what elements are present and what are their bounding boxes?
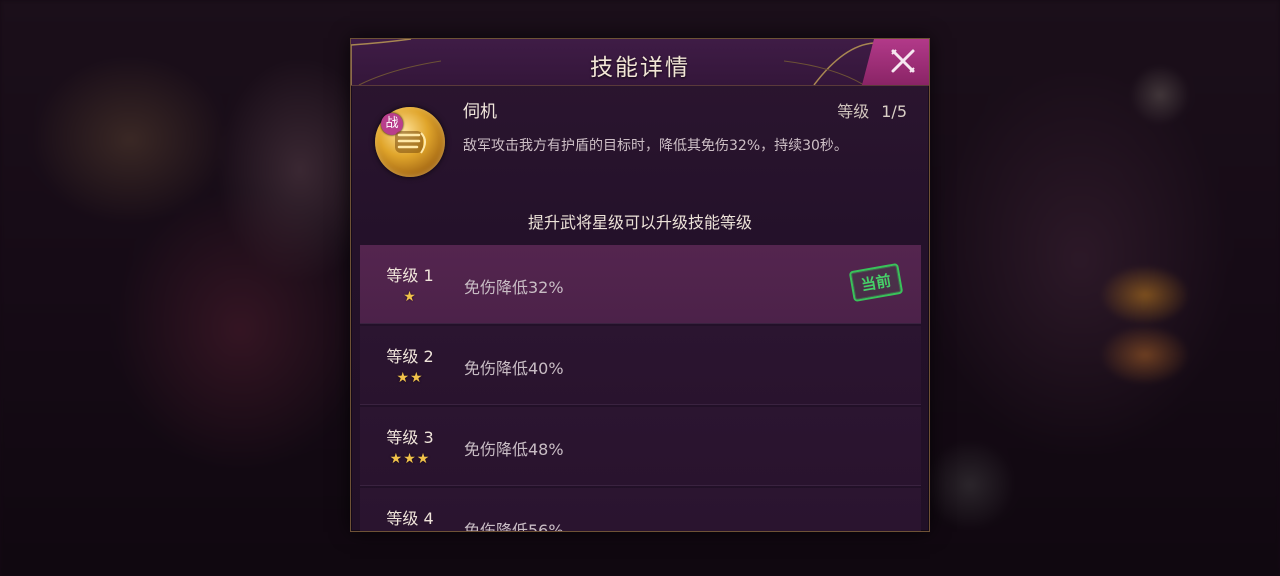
level-effect: 免伤降低40% bbox=[464, 359, 564, 378]
skill-icon: 战 bbox=[375, 107, 445, 177]
level-label: 等级 4 bbox=[386, 509, 434, 528]
dialog-title: 技能详情 bbox=[590, 55, 690, 81]
level-label: 等级 3 bbox=[386, 428, 434, 447]
level-label: 等级 2 bbox=[386, 347, 434, 366]
level-row-2[interactable]: 等级 2 ★★ 免伤降低40% bbox=[360, 326, 921, 405]
level-effect: 免伤降低32% bbox=[464, 278, 564, 297]
skill-level-value: 1/5 bbox=[881, 102, 907, 121]
upgrade-hint: 提升武将星级可以升级技能等级 bbox=[527, 213, 752, 232]
skill-level: 等级 1/5 bbox=[837, 98, 907, 122]
level-row-1[interactable]: 等级 1 ★ 免伤降低32% 当前 bbox=[360, 245, 921, 324]
skill-description: 敌军攻击我方有护盾的目标时，降低其免伤32%，持续30秒。 bbox=[463, 138, 848, 154]
level-effect: 免伤降低48% bbox=[464, 440, 564, 459]
dialog-header: 技能详情 bbox=[351, 39, 929, 86]
skill-detail-dialog: 技能详情 战 伺机 等级 1/5 敌军攻击我方有护盾的目标时，降低其免伤32%，持… bbox=[350, 38, 930, 532]
star-icons: ★★★ bbox=[389, 451, 431, 467]
level-row-3[interactable]: 等级 3 ★★★ 免伤降低48% bbox=[360, 407, 921, 486]
star-icons: ★★ bbox=[396, 370, 424, 386]
level-label: 等级 1 bbox=[386, 266, 434, 285]
level-list[interactable]: 等级 1 ★ 免伤降低32% 当前 等级 2 ★★ 免伤降低40% 等级 3 ★… bbox=[360, 245, 921, 532]
star-icons: ★ bbox=[403, 289, 417, 305]
fist-icon bbox=[395, 131, 426, 154]
skill-info-section: 战 伺机 等级 1/5 敌军攻击我方有护盾的目标时，降低其免伤32%，持续30秒。… bbox=[351, 85, 929, 235]
level-row-4[interactable]: 等级 4 ★★★★ 免伤降低56% bbox=[360, 488, 921, 532]
close-icon bbox=[891, 49, 915, 73]
level-effect: 免伤降低56% bbox=[464, 521, 564, 532]
current-stamp: 当前 bbox=[848, 262, 904, 303]
skill-name: 伺机 bbox=[463, 102, 497, 122]
skill-level-label: 等级 bbox=[837, 102, 870, 121]
